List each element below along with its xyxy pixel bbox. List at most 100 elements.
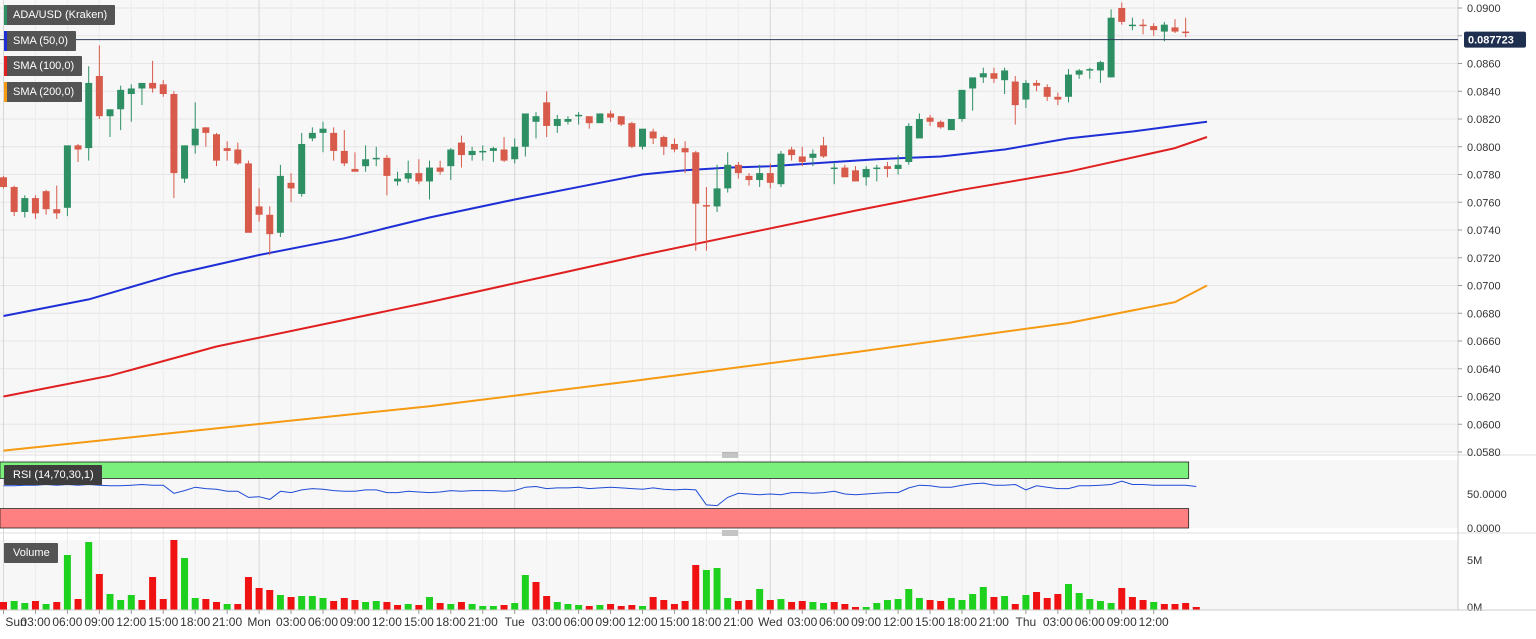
volume-bar <box>596 605 604 610</box>
pair-label[interactable]: ADA/USD (Kraken) <box>4 5 116 25</box>
volume-bar <box>479 606 487 610</box>
volume-bar <box>617 606 625 610</box>
candle-body <box>511 146 519 160</box>
candle-body <box>649 131 657 139</box>
sma-100-label[interactable]: SMA (100,0) <box>4 56 83 76</box>
last-price-text: 0.087723 <box>1468 35 1514 47</box>
time-tick-label: 18:00 <box>180 615 210 629</box>
candle-body <box>1107 17 1115 78</box>
candle-body <box>521 113 529 147</box>
time-tick-label: 21:00 <box>979 615 1009 629</box>
candle-body <box>958 89 966 119</box>
volume-bar <box>276 595 284 610</box>
candle-body <box>234 149 242 164</box>
candle-body <box>266 214 274 235</box>
volume-bar <box>457 602 465 610</box>
sma-50-label[interactable]: SMA (50,0) <box>4 31 77 51</box>
rsi-label-text: RSI (14,70,30,1) <box>13 469 94 481</box>
volume-bar <box>106 594 114 610</box>
volume-bar <box>1182 603 1190 610</box>
candle-body <box>692 152 700 204</box>
volume-bar <box>511 603 519 610</box>
candle-body <box>713 188 721 207</box>
price-tick-label: 0.0600 <box>1467 419 1501 431</box>
candle-body <box>564 119 572 122</box>
volume-bar <box>362 602 370 610</box>
volume-bar <box>894 599 902 610</box>
volume-bar <box>85 542 93 610</box>
volume-bar <box>639 606 646 610</box>
time-tick-label: 12:00 <box>116 615 146 629</box>
volume-bar <box>521 575 529 610</box>
candle-body <box>394 178 402 182</box>
candle-body <box>1182 31 1190 34</box>
candle-body <box>1011 81 1019 106</box>
rsi-label[interactable]: RSI (14,70,30,1) <box>4 465 102 485</box>
candle-body <box>74 145 82 150</box>
volume-bar <box>202 599 210 610</box>
candle-body <box>106 109 114 117</box>
time-tick-label: 18:00 <box>947 615 977 629</box>
volume-bar <box>745 600 753 610</box>
volume-bar <box>436 603 444 610</box>
volume-bar <box>340 598 348 610</box>
candle-body <box>532 116 540 122</box>
time-tick-label: 09:00 <box>851 615 881 629</box>
price-tick-label: 0.0780 <box>1467 170 1501 182</box>
candle-body <box>479 150 487 153</box>
candle-body <box>585 116 593 124</box>
candle-body <box>883 166 891 169</box>
candle-body <box>138 82 146 89</box>
volume-bar <box>372 601 380 610</box>
candle-body <box>990 73 998 79</box>
candle-body <box>170 94 178 174</box>
time-tick-label: 12:00 <box>627 615 657 629</box>
time-tick-label: Mon <box>247 615 270 629</box>
volume-bar <box>127 595 135 610</box>
volume-label[interactable]: Volume <box>4 543 58 563</box>
price-tick-label: 0.0680 <box>1467 308 1501 320</box>
chart-canvas[interactable]: 0.0580 0.0600 0.0620 0.0640 0.0660 0.0680 0.07… <box>0 0 1536 634</box>
candle-body <box>915 119 923 139</box>
sma-200-label[interactable]: SMA (200,0) <box>4 82 83 102</box>
volume-bar <box>937 601 945 610</box>
candle-body <box>276 175 284 233</box>
candle-body <box>628 123 636 147</box>
sma-100-edge <box>4 56 7 76</box>
candle-body <box>159 84 167 95</box>
volume-bar <box>681 601 689 610</box>
price-chart[interactable]: 0.0580 0.0600 0.0620 0.0640 0.0660 0.0680 0.07… <box>0 0 1536 634</box>
time-tick-label: 15:00 <box>915 615 945 629</box>
volume-tick-label: 5M <box>1467 555 1482 567</box>
price-tick-label: 0.0860 <box>1467 59 1501 71</box>
candle-body <box>244 163 252 233</box>
volume-bar <box>117 600 125 610</box>
volume-bar <box>138 600 146 610</box>
volume-bar <box>841 604 849 610</box>
candle-body <box>255 206 263 215</box>
volume-bar <box>734 601 742 610</box>
price-tick-label: 0.0640 <box>1467 364 1501 376</box>
volume-bar <box>947 598 955 610</box>
volume-bar <box>266 590 274 610</box>
volume-bar <box>489 606 497 610</box>
volume-bar <box>809 602 817 610</box>
volume-bar <box>873 603 881 610</box>
candle-body <box>575 114 583 117</box>
candle-body <box>639 128 646 147</box>
volume-bar <box>969 594 977 610</box>
candle-body <box>745 175 753 181</box>
candle-body <box>489 148 497 151</box>
volume-bar <box>670 604 678 610</box>
volume-bar <box>585 606 593 610</box>
candle-body <box>809 153 817 158</box>
time-tick-label: 21:00 <box>468 615 498 629</box>
candle-body <box>947 119 955 131</box>
volume-bar <box>1171 604 1179 610</box>
candle-body <box>1043 87 1051 97</box>
candle-body <box>660 137 668 147</box>
volume-bar <box>564 604 572 610</box>
volume-bar <box>1096 601 1104 610</box>
volume-bar <box>191 598 199 610</box>
candle-body <box>95 75 103 117</box>
